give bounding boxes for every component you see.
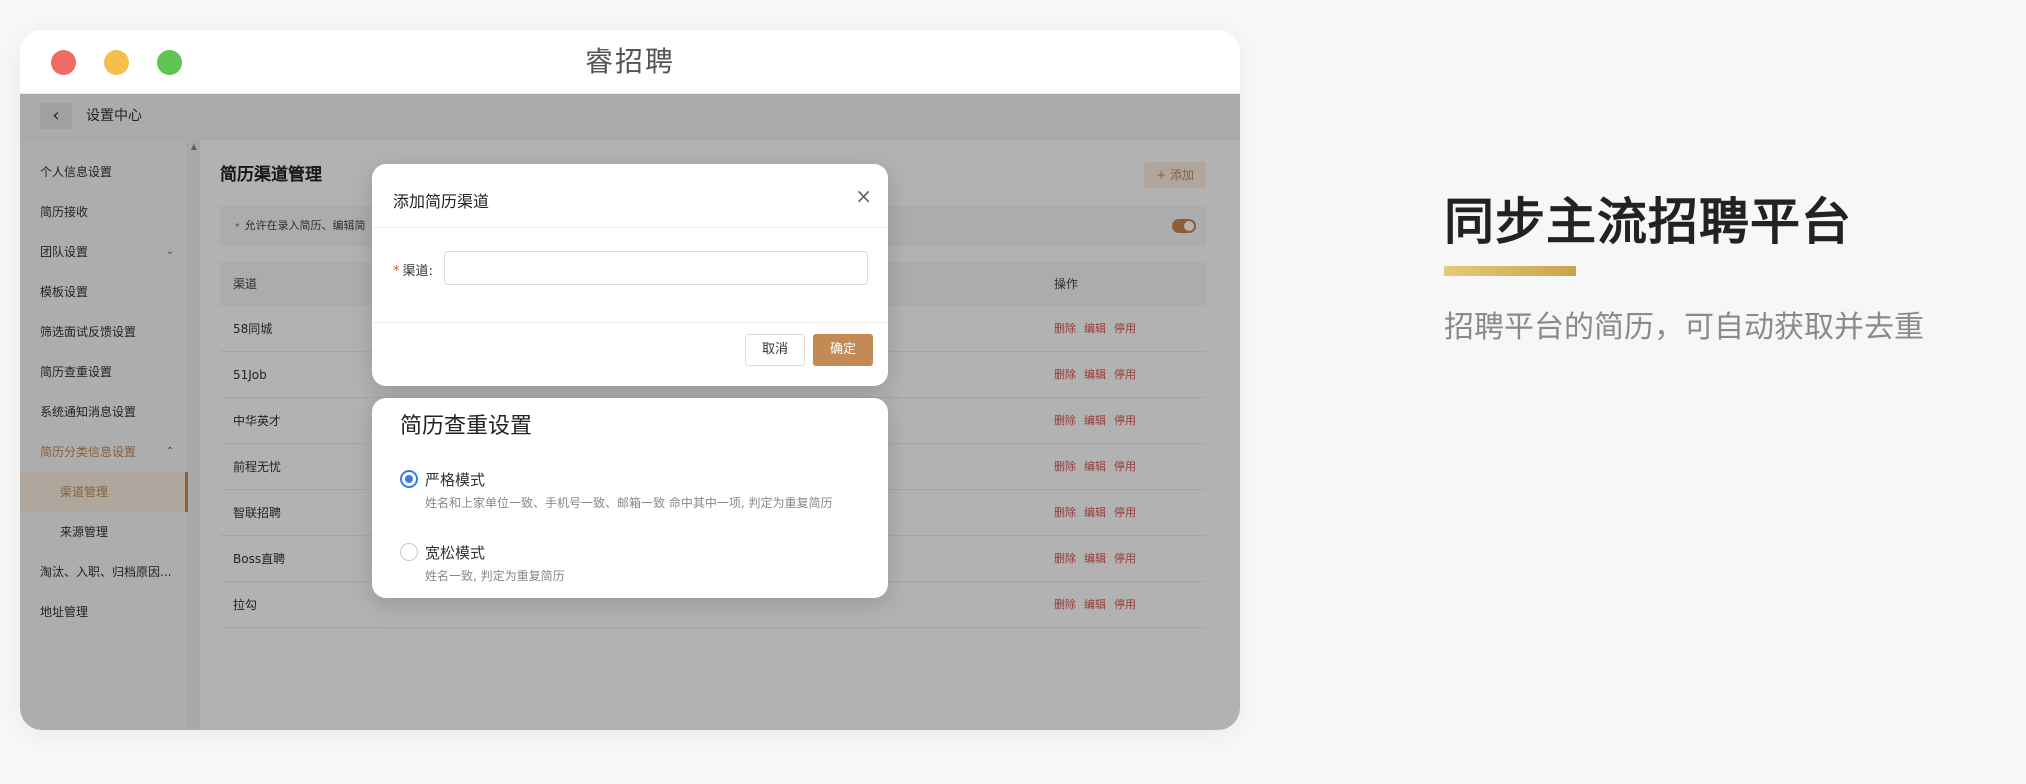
close-icon[interactable]: × — [855, 184, 872, 208]
loose-mode-radio[interactable] — [400, 543, 418, 561]
dedup-settings-card: 简历查重设置 严格模式 姓名和上家单位一致、手机号一致、邮箱一致 命中其中一项,… — [372, 398, 888, 598]
dialog-footer — [372, 322, 888, 386]
channel-input[interactable] — [444, 251, 868, 285]
confirm-button[interactable]: 确定 — [813, 334, 873, 366]
required-marker: * — [393, 264, 400, 279]
promo-subtitle: 招聘平台的简历，可自动获取并去重 — [1444, 310, 1924, 345]
promo-accent-bar — [1444, 266, 1576, 276]
promo-title: 同步主流招聘平台 — [1444, 193, 1852, 251]
window-title: 睿招聘 — [584, 45, 675, 78]
strict-mode-radio[interactable] — [400, 470, 418, 488]
window-titlebar: 睿招聘 — [20, 30, 1240, 94]
loose-mode-desc: 姓名一致, 判定为重复简历 — [425, 569, 565, 583]
channel-field-label: * 渠道: — [393, 264, 433, 279]
add-channel-dialog: 添加简历渠道 × * 渠道: 取消 确定 — [372, 164, 888, 386]
dialog-title: 添加简历渠道 — [393, 192, 490, 211]
cancel-button[interactable]: 取消 — [745, 334, 805, 366]
card-title: 简历查重设置 — [400, 414, 533, 439]
app-window: 睿招聘 ‹ 设置中心 个人信息设置 简历接收 团队设置 ⌄ 模板设置 筛选面试反馈… — [20, 30, 1240, 730]
loose-mode-label: 宽松模式 — [425, 544, 486, 562]
app-content: ‹ 设置中心 个人信息设置 简历接收 团队设置 ⌄ 模板设置 筛选面试反馈设置 简… — [20, 94, 1240, 730]
strict-mode-label: 严格模式 — [425, 471, 486, 489]
strict-mode-desc: 姓名和上家单位一致、手机号一致、邮箱一致 命中其中一项, 判定为重复简历 — [425, 496, 833, 510]
